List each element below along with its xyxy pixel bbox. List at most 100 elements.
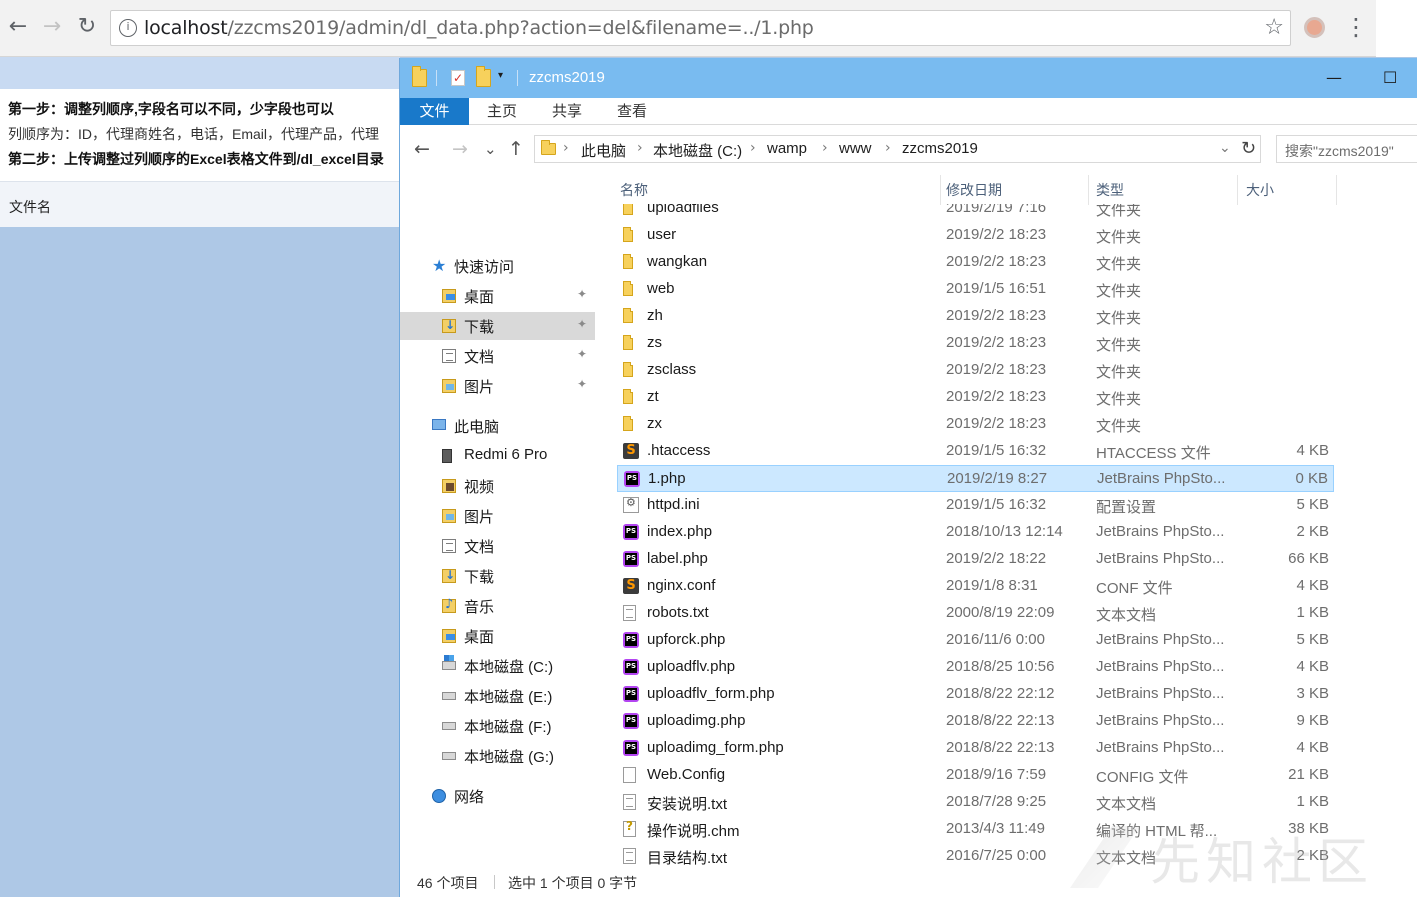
nav-item[interactable]: 视频 (400, 472, 595, 500)
file-row[interactable]: web 2019/1/5 16:51 文件夹 (617, 276, 1334, 303)
bookmark-star-icon[interactable]: ☆ (1264, 15, 1284, 40)
explorer-titlebar[interactable]: ✓ ▾ zzcms2019 — ☐ (400, 58, 1417, 98)
file-name: index.php (647, 523, 713, 540)
file-row[interactable]: uploadflv_form.php 2018/8/22 22:12 JetBrai… (617, 681, 1334, 708)
file-row[interactable]: httpd.ini 2019/1/5 16:32 配置设置 5 KB (617, 492, 1334, 519)
nav-item[interactable]: 桌面 ✦ (400, 282, 595, 310)
url-text[interactable]: localhost/zzcms2019/admin/dl_data.php?ac… (144, 17, 814, 39)
file-row[interactable]: S .htaccess 2019/1/5 16:32 HTACCESS 文件 4 KB (617, 438, 1334, 465)
file-row[interactable]: wangkan 2019/2/2 18:23 文件夹 (617, 249, 1334, 276)
nav-item[interactable]: Redmi 6 Pro (400, 442, 595, 470)
file-row[interactable]: zt 2019/2/2 18:23 文件夹 (617, 384, 1334, 411)
file-row[interactable]: 安装说明.txt 2018/7/28 9:25 文本文档 1 KB (617, 789, 1334, 816)
pin-icon[interactable]: ✦ (577, 317, 587, 331)
properties-check-icon[interactable]: ✓ (451, 70, 465, 86)
file-row[interactable]: uploadfiles 2019/2/19 7:16 文件夹 (617, 204, 1334, 222)
nav-item[interactable]: 下载 (400, 562, 595, 590)
nav-item[interactable]: 图片 (400, 502, 595, 530)
file-row[interactable]: uploadimg.php 2018/8/22 22:13 JetBrains Ph… (617, 708, 1334, 735)
sublime-file-icon: S (623, 443, 639, 459)
browser-menu-icon[interactable]: ⋮ (1344, 13, 1368, 43)
nav-item[interactable]: 此电脑 (400, 412, 595, 440)
quick-access-dropdown-icon[interactable]: ▾ (498, 70, 503, 81)
file-row[interactable]: Web.Config 2018/9/16 7:59 CONFIG 文件 21 KB (617, 762, 1334, 789)
file-row[interactable]: user 2019/2/2 18:23 文件夹 (617, 222, 1334, 249)
file-row[interactable]: zsclass 2019/2/2 18:23 文件夹 (617, 357, 1334, 384)
column-header-date[interactable]: 修改日期 (946, 175, 1086, 205)
file-row[interactable]: upforck.php 2016/11/6 0:00 JetBrains PhpSt… (617, 627, 1334, 654)
file-row[interactable]: uploadflv.php 2018/8/25 10:56 JetBrains Ph… (617, 654, 1334, 681)
site-info-icon[interactable]: i (119, 19, 137, 37)
file-row[interactable]: zx 2019/2/2 18:23 文件夹 (617, 411, 1334, 438)
breadcrumb-chevron-icon[interactable]: › (885, 140, 891, 156)
column-header-size[interactable]: 大小 (1246, 175, 1334, 205)
breadcrumb-chevron-icon[interactable]: › (822, 140, 828, 156)
new-folder-icon[interactable] (476, 66, 491, 87)
search-input[interactable]: 搜索"zzcms2019" (1276, 135, 1417, 163)
address-bar[interactable]: i localhost/zzcms2019/admin/dl_data.php?… (110, 10, 1291, 46)
nav-item[interactable]: 网络 (400, 782, 595, 810)
breadcrumb-wamp[interactable]: wamp (767, 140, 807, 157)
forward-button[interactable]: → (37, 12, 67, 42)
pin-icon[interactable]: ✦ (577, 377, 587, 391)
breadcrumb-www[interactable]: www (839, 140, 872, 157)
column-divider[interactable] (940, 175, 941, 205)
nav-item[interactable]: 文档 ✦ (400, 342, 595, 370)
back-button[interactable]: ← (3, 12, 33, 42)
file-row[interactable]: label.php 2019/2/2 18:22 JetBrains PhpSto.… (617, 546, 1334, 573)
up-arrow-icon[interactable]: ↑ (508, 138, 524, 160)
file-type: 文件夹 (1096, 418, 1142, 435)
tab-file[interactable]: 文件 (400, 98, 469, 125)
breadcrumb-chevron-icon[interactable]: › (563, 140, 569, 156)
breadcrumb-chevron-icon[interactable]: › (637, 140, 643, 156)
nav-item[interactable]: 图片 ✦ (400, 372, 595, 400)
nav-item[interactable]: 本地磁盘 (E:) (400, 682, 595, 710)
file-size: 2 KB (1296, 523, 1329, 540)
reload-button[interactable]: ↻ (72, 12, 102, 42)
file-row[interactable]: index.php 2018/10/13 12:14 JetBrains PhpSt… (617, 519, 1334, 546)
tab-share[interactable]: 共享 (545, 98, 589, 125)
nav-item[interactable]: ★ 快速访问 (400, 252, 595, 280)
nav-item[interactable]: 桌面 (400, 622, 595, 650)
column-divider[interactable] (1237, 175, 1238, 205)
file-type: JetBrains PhpSto... (1097, 470, 1226, 487)
nav-item-label: 图片 (464, 509, 495, 526)
column-header-name[interactable]: 名称 (620, 175, 940, 205)
pin-icon[interactable]: ✦ (577, 287, 587, 301)
file-row[interactable]: zh 2019/2/2 18:23 文件夹 (617, 303, 1334, 330)
recent-locations-icon[interactable]: ⌄ (484, 140, 497, 158)
minimize-button[interactable]: — (1326, 68, 1342, 87)
file-size: 4 KB (1296, 739, 1329, 756)
file-row[interactable]: uploadimg_form.php 2018/8/22 22:13 JetBrai… (617, 735, 1334, 762)
extension-icon[interactable] (1304, 17, 1325, 38)
file-row[interactable]: Snginx.conf 2019/1/8 8:31 CONF 文件 4 KB (617, 573, 1334, 600)
back-arrow-icon[interactable]: ← (414, 138, 430, 160)
breadcrumb-zzcms2019[interactable]: zzcms2019 (902, 140, 978, 157)
file-row[interactable]: robots.txt 2000/8/19 22:09 文本文档 1 KB (617, 600, 1334, 627)
nav-item[interactable]: 本地磁盘 (C:) (400, 652, 595, 680)
pin-icon[interactable]: ✦ (577, 347, 587, 361)
breadcrumb-chevron-icon[interactable]: › (750, 140, 756, 156)
refresh-button[interactable]: ↻ (1237, 135, 1261, 163)
nav-item-label: 图片 (464, 379, 495, 396)
nav-item[interactable]: 音乐 (400, 592, 595, 620)
nav-item[interactable]: 本地磁盘 (G:) (400, 742, 595, 770)
tab-view[interactable]: 查看 (610, 98, 654, 125)
nav-item-label: 桌面 (464, 289, 495, 306)
column-header-type[interactable]: 类型 (1096, 175, 1236, 205)
tab-home[interactable]: 主页 (480, 98, 524, 125)
breadcrumb-drive-c[interactable]: 本地磁盘 (C:) (653, 140, 742, 161)
column-divider[interactable] (1336, 175, 1337, 205)
maximize-button[interactable]: ☐ (1383, 68, 1397, 87)
nav-item[interactable]: 本地磁盘 (F:) (400, 712, 595, 740)
file-date: 2019/2/2 18:23 (946, 334, 1047, 351)
nav-item[interactable]: 文档 (400, 532, 595, 560)
breadcrumb[interactable]: › 此电脑 › 本地磁盘 (C:) › wamp › www › zzcms20… (534, 135, 1256, 163)
nav-item[interactable]: 下载 ✦ (400, 312, 595, 340)
breadcrumb-this-pc[interactable]: 此电脑 (581, 140, 626, 161)
file-row[interactable]: zs 2019/2/2 18:23 文件夹 (617, 330, 1334, 357)
forward-arrow-icon[interactable]: → (452, 138, 468, 160)
column-divider[interactable] (1088, 175, 1089, 205)
file-row[interactable]: 1.php 2019/2/19 8:27 JetBrains PhpSto... 0 … (617, 465, 1334, 492)
address-dropdown-icon[interactable]: ⌄ (1219, 140, 1231, 156)
